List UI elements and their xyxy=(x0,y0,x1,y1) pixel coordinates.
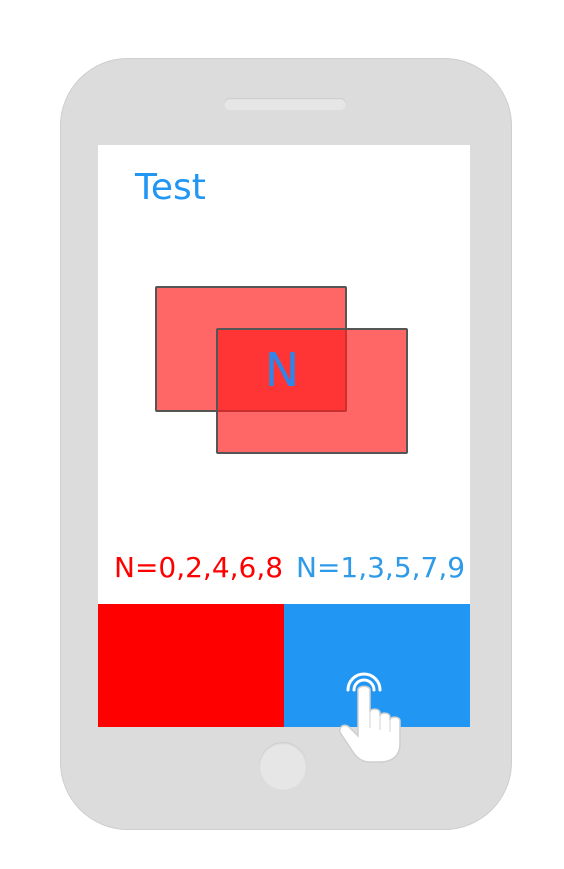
phone-speaker xyxy=(224,98,346,110)
phone-screen: Test N N=0,2,4,6,8 N=1,3,5,7,9 xyxy=(98,145,470,727)
stimulus-letter: N xyxy=(264,343,300,397)
phone-frame: Test N N=0,2,4,6,8 N=1,3,5,7,9 xyxy=(60,58,512,830)
tap-hand-icon xyxy=(338,672,401,763)
page-title: Test xyxy=(135,167,206,208)
even-rule-label: N=0,2,4,6,8 xyxy=(114,551,284,584)
even-response-button[interactable] xyxy=(98,604,284,727)
home-button[interactable] xyxy=(259,742,307,790)
odd-rule-label: N=1,3,5,7,9 xyxy=(296,551,466,584)
